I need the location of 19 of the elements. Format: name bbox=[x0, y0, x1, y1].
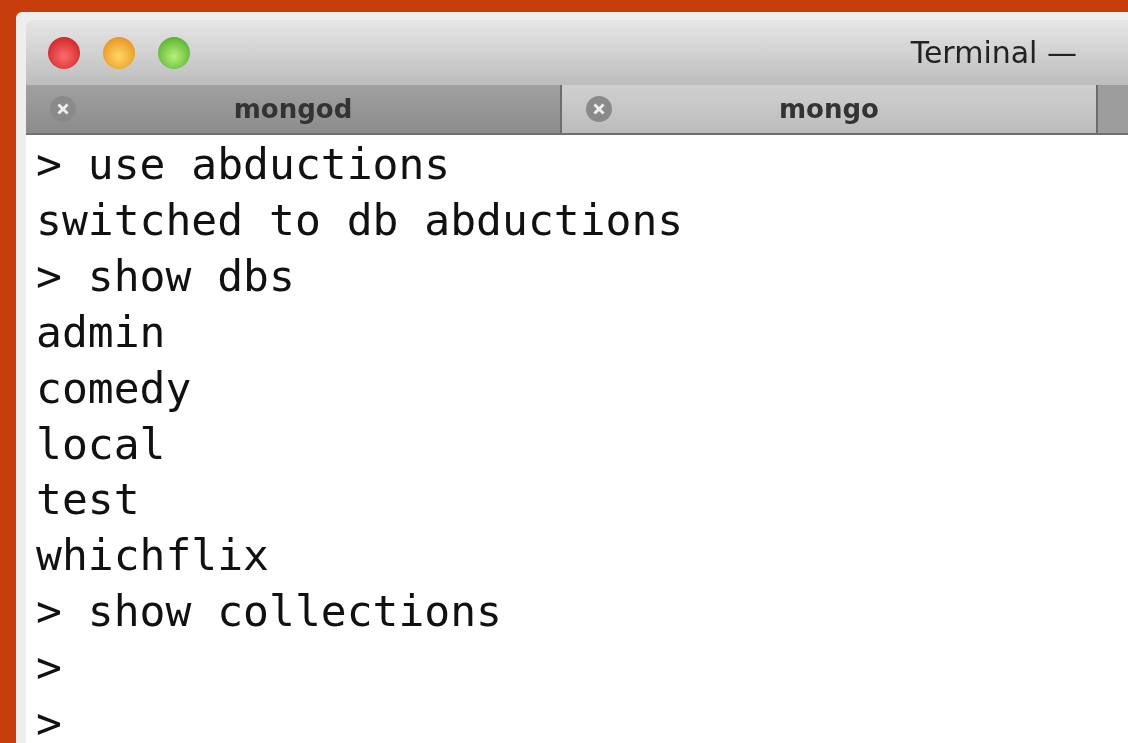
close-icon[interactable] bbox=[48, 36, 80, 69]
terminal-line: > bbox=[36, 697, 62, 743]
terminal-line: switched to db abductions bbox=[36, 193, 684, 247]
terminal-line: whichflix bbox=[36, 529, 269, 583]
zoom-icon[interactable] bbox=[158, 36, 190, 69]
close-icon[interactable] bbox=[586, 96, 612, 122]
terminal-line: comedy bbox=[36, 361, 192, 415]
close-icon[interactable] bbox=[50, 96, 76, 122]
terminal-line: > bbox=[36, 641, 62, 695]
tab[interactable]: mongod bbox=[26, 85, 562, 133]
terminal-line: > show collections bbox=[36, 585, 502, 639]
window-title: Terminal — bbox=[910, 35, 1077, 70]
terminal-line: local bbox=[36, 417, 166, 471]
terminal-line: > show dbs bbox=[36, 249, 295, 303]
minimize-icon[interactable] bbox=[103, 36, 135, 69]
terminal-line: admin bbox=[36, 305, 166, 359]
terminal-line: > use abductions bbox=[36, 138, 451, 191]
tab[interactable]: mongo bbox=[562, 85, 1098, 133]
terminal-line: test bbox=[36, 473, 140, 527]
